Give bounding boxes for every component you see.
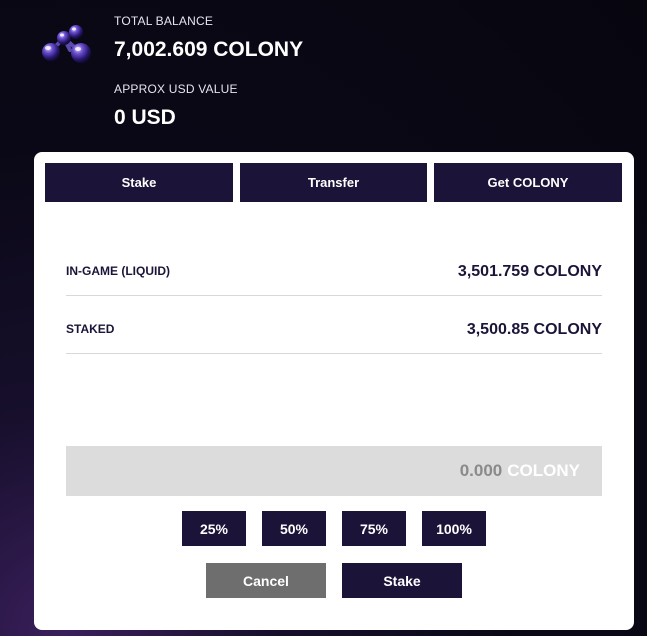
total-balance-value: 7,002.609 COLONY [114, 38, 304, 61]
staked-label: STAKED [66, 322, 115, 336]
percent-25-button[interactable]: 25% [182, 511, 246, 546]
staked-value: 3,500.85 COLONY [466, 321, 602, 338]
in-game-liquid-label: IN-GAME (LIQUID) [66, 264, 170, 278]
usd-value: 0 USD [114, 106, 176, 129]
stake-confirm-button[interactable]: Stake [342, 563, 462, 598]
divider [66, 353, 602, 354]
percent-75-button[interactable]: 75% [342, 511, 406, 546]
percent-50-button[interactable]: 50% [262, 511, 326, 546]
cancel-button[interactable]: Cancel [206, 563, 326, 598]
stake-amount-input[interactable]: 0.000 COLONY [66, 446, 602, 496]
usd-value-label: APPROX USD VALUE [114, 82, 238, 96]
tab-get-colony[interactable]: Get COLONY [434, 163, 622, 202]
tab-stake[interactable]: Stake [45, 163, 233, 202]
staking-card: Stake Transfer Get COLONY IN-GAME (LIQUI… [34, 152, 634, 630]
amount-unit: COLONY [507, 461, 580, 480]
colony-token-icon [36, 20, 96, 72]
percent-100-button[interactable]: 100% [422, 511, 486, 546]
tab-transfer[interactable]: Transfer [240, 163, 427, 202]
amount-value: 0.000 [459, 461, 503, 480]
divider [66, 295, 602, 296]
in-game-liquid-value: 3,501.759 COLONY [457, 263, 602, 280]
total-balance-label: TOTAL BALANCE [114, 14, 214, 28]
